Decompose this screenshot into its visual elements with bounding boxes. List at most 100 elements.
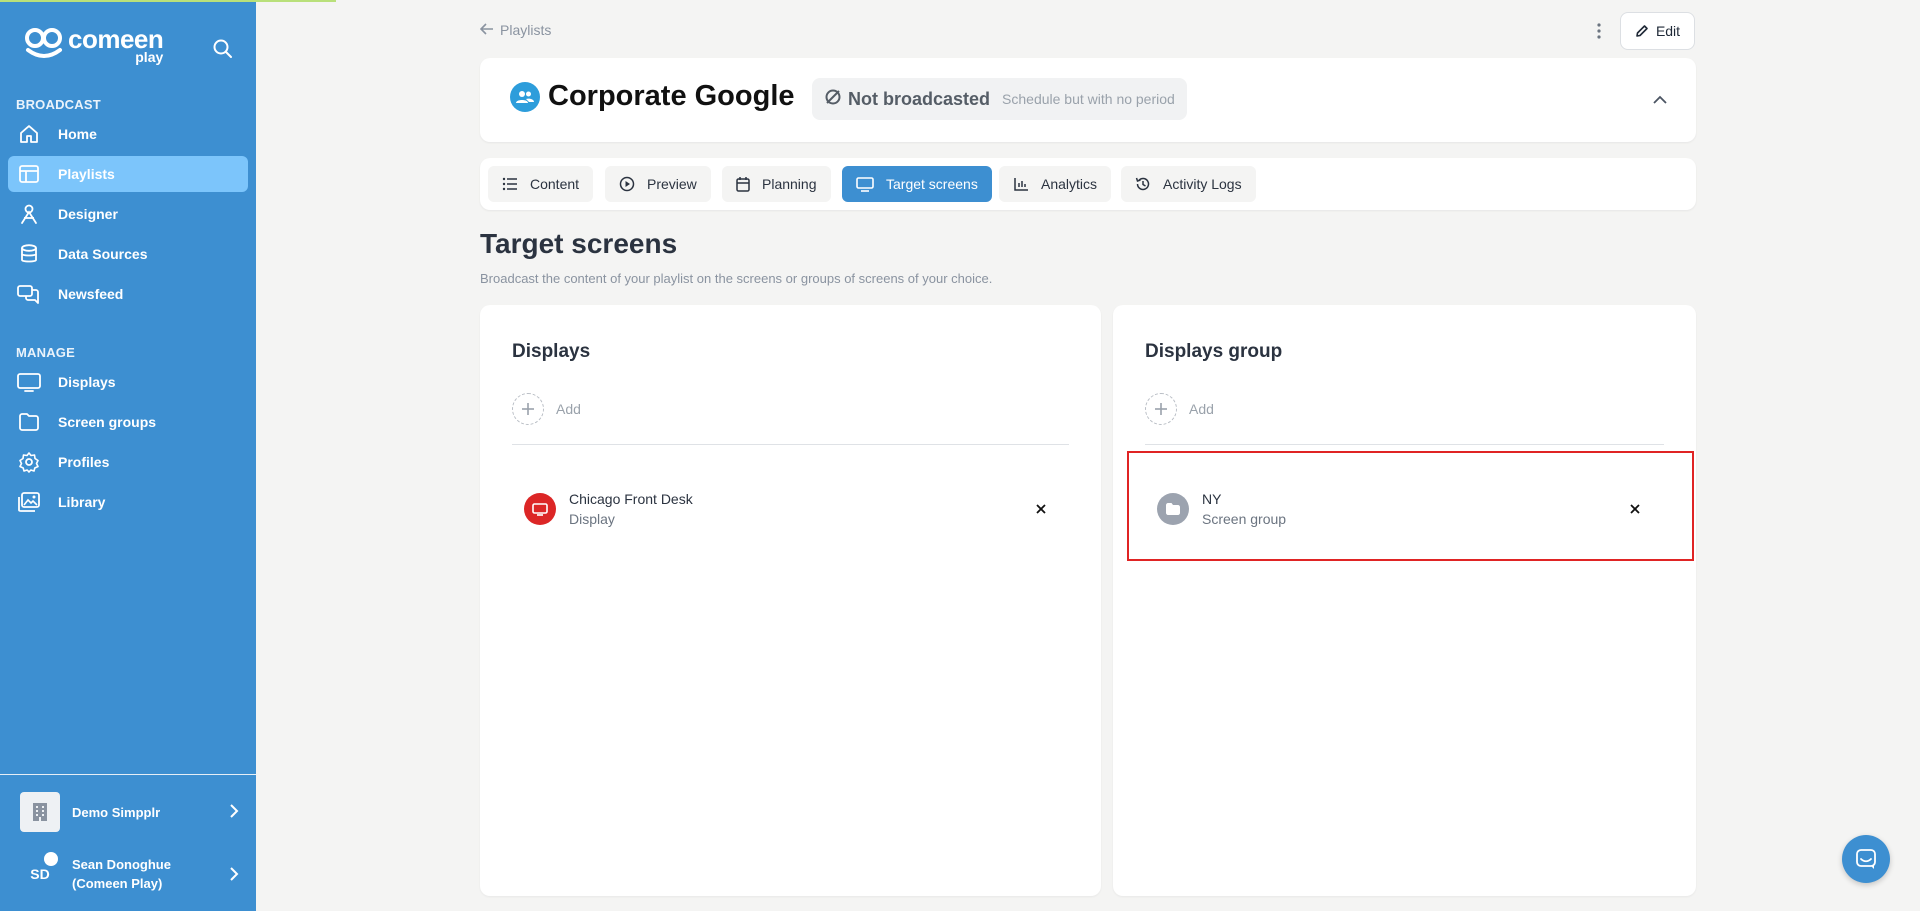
sidebar-item-label: Library xyxy=(58,494,106,510)
sidebar-item-playlists[interactable]: Playlists xyxy=(8,156,248,192)
playlist-title: Corporate Google xyxy=(548,80,795,112)
page-subtitle: Broadcast the content of your playlist o… xyxy=(480,271,993,286)
sidebar-item-label: Data Sources xyxy=(58,246,148,262)
sidebar-divider xyxy=(0,774,256,775)
images-icon xyxy=(16,491,42,513)
history-icon xyxy=(1135,177,1150,191)
list-icon xyxy=(502,177,517,191)
database-icon xyxy=(16,243,42,265)
tab-label: Preview xyxy=(647,176,697,192)
tab-activity-logs[interactable]: Activity Logs xyxy=(1121,166,1256,202)
tab-planning[interactable]: Planning xyxy=(722,166,831,202)
user-menu[interactable]: SD Sean Donoghue (Comeen Play) xyxy=(20,852,240,896)
add-group-button[interactable]: Add xyxy=(1145,393,1214,425)
status-label: Not broadcasted xyxy=(848,88,991,109)
chart-icon xyxy=(1014,178,1028,191)
more-options-icon[interactable] xyxy=(1592,20,1606,42)
chevron-right-icon xyxy=(228,804,240,818)
displays-group-panel: Displays group Add NY Screen group xyxy=(1113,305,1696,896)
status-detail: Schedule but with no period xyxy=(1002,91,1175,107)
remove-display-button[interactable] xyxy=(1027,495,1055,523)
pencil-icon xyxy=(1636,25,1648,37)
avatar: SD xyxy=(20,852,60,894)
display-icon xyxy=(524,493,556,525)
home-icon xyxy=(16,123,42,145)
sidebar-item-profiles[interactable]: Profiles xyxy=(8,444,248,480)
selection-highlight xyxy=(1127,451,1694,561)
tab-label: Content xyxy=(530,176,580,192)
calendar-icon xyxy=(736,177,750,192)
tab-label: Planning xyxy=(762,176,817,192)
tab-target-screens[interactable]: Target screens xyxy=(842,166,992,202)
sidebar-item-displays[interactable]: Displays xyxy=(8,364,248,400)
monitor-icon xyxy=(856,177,874,192)
users-icon xyxy=(510,82,540,112)
tab-bar: Content Preview Planning Target screens … xyxy=(480,158,1696,210)
user-name-line2: (Comeen Play) xyxy=(72,876,163,891)
status-badge: Not broadcasted Schedule but with no per… xyxy=(812,78,1187,120)
tab-label: Target screens xyxy=(886,176,978,192)
add-label: Add xyxy=(556,401,581,417)
sidebar-item-label: Designer xyxy=(58,206,118,222)
comeen-logo-icon xyxy=(24,26,64,60)
sidebar-item-label: Home xyxy=(58,126,97,142)
sidebar-item-designer[interactable]: Designer xyxy=(8,196,248,232)
chat-icon xyxy=(1856,849,1876,869)
section-label-broadcast: BROADCAST xyxy=(16,97,101,112)
search-icon[interactable] xyxy=(212,38,234,60)
sidebar-item-label: Screen groups xyxy=(58,414,157,430)
plus-icon xyxy=(1145,393,1177,425)
displays-panel: Displays Add Chicago Front Desk Display xyxy=(480,305,1101,896)
chevron-up-icon[interactable] xyxy=(1650,90,1670,110)
sidebar-item-home[interactable]: Home xyxy=(8,116,248,152)
tab-preview[interactable]: Preview xyxy=(605,166,711,202)
sidebar-item-library[interactable]: Library xyxy=(8,484,248,520)
play-circle-icon xyxy=(619,176,635,192)
edit-button[interactable]: Edit xyxy=(1620,12,1695,50)
building-icon xyxy=(20,792,60,832)
list-item: Chicago Front Desk Display xyxy=(524,485,693,533)
display-name: Chicago Front Desk xyxy=(569,491,693,507)
add-display-button[interactable]: Add xyxy=(512,393,581,425)
sidebar-item-label: Newsfeed xyxy=(58,286,124,302)
not-broadcasted-icon xyxy=(824,88,842,111)
panel-divider xyxy=(512,444,1069,445)
display-type: Display xyxy=(569,511,615,527)
add-label: Add xyxy=(1189,401,1214,417)
user-initials: SD xyxy=(30,866,50,882)
section-label-manage: MANAGE xyxy=(16,345,75,360)
user-badge-icon xyxy=(44,852,58,866)
tab-content[interactable]: Content xyxy=(488,166,594,202)
edit-button-label: Edit xyxy=(1655,23,1681,39)
gear-icon xyxy=(16,451,42,473)
sidebar-item-label: Profiles xyxy=(58,454,110,470)
arrow-left-icon xyxy=(479,22,494,38)
tab-analytics[interactable]: Analytics xyxy=(999,166,1112,202)
plus-icon xyxy=(512,393,544,425)
tab-label: Analytics xyxy=(1041,176,1098,192)
back-link-label: Playlists xyxy=(500,22,552,38)
monitor-icon xyxy=(16,371,42,393)
tab-label: Activity Logs xyxy=(1163,176,1242,192)
close-icon xyxy=(1036,504,1046,514)
playlist-header: Corporate Google Not broadcasted Schedul… xyxy=(480,58,1696,142)
loading-progress-bar xyxy=(0,0,336,2)
organization-switcher[interactable]: Demo Simpplr xyxy=(20,792,240,832)
app-logo[interactable]: comeen play xyxy=(24,26,164,64)
sidebar-item-newsfeed[interactable]: Newsfeed xyxy=(8,276,248,312)
organization-name: Demo Simpplr xyxy=(72,804,161,820)
sidebar-item-screen-groups[interactable]: Screen groups xyxy=(8,404,248,440)
displays-panel-title: Displays xyxy=(512,341,591,362)
designer-icon xyxy=(16,203,42,225)
user-name-line1: Sean Donoghue xyxy=(72,857,171,872)
sidebar: comeen play BROADCAST Home Playlists Des… xyxy=(0,0,256,911)
page-title: Target screens xyxy=(480,228,678,259)
sidebar-item-data-sources[interactable]: Data Sources xyxy=(8,236,248,272)
folder-icon xyxy=(16,411,42,433)
chat-support-button[interactable] xyxy=(1842,835,1890,883)
back-to-playlists-link[interactable]: Playlists xyxy=(479,22,552,38)
displays-group-panel-title: Displays group xyxy=(1145,341,1283,362)
playlist-icon xyxy=(16,163,42,185)
sidebar-item-label: Displays xyxy=(58,374,116,390)
newsfeed-icon xyxy=(16,283,42,305)
